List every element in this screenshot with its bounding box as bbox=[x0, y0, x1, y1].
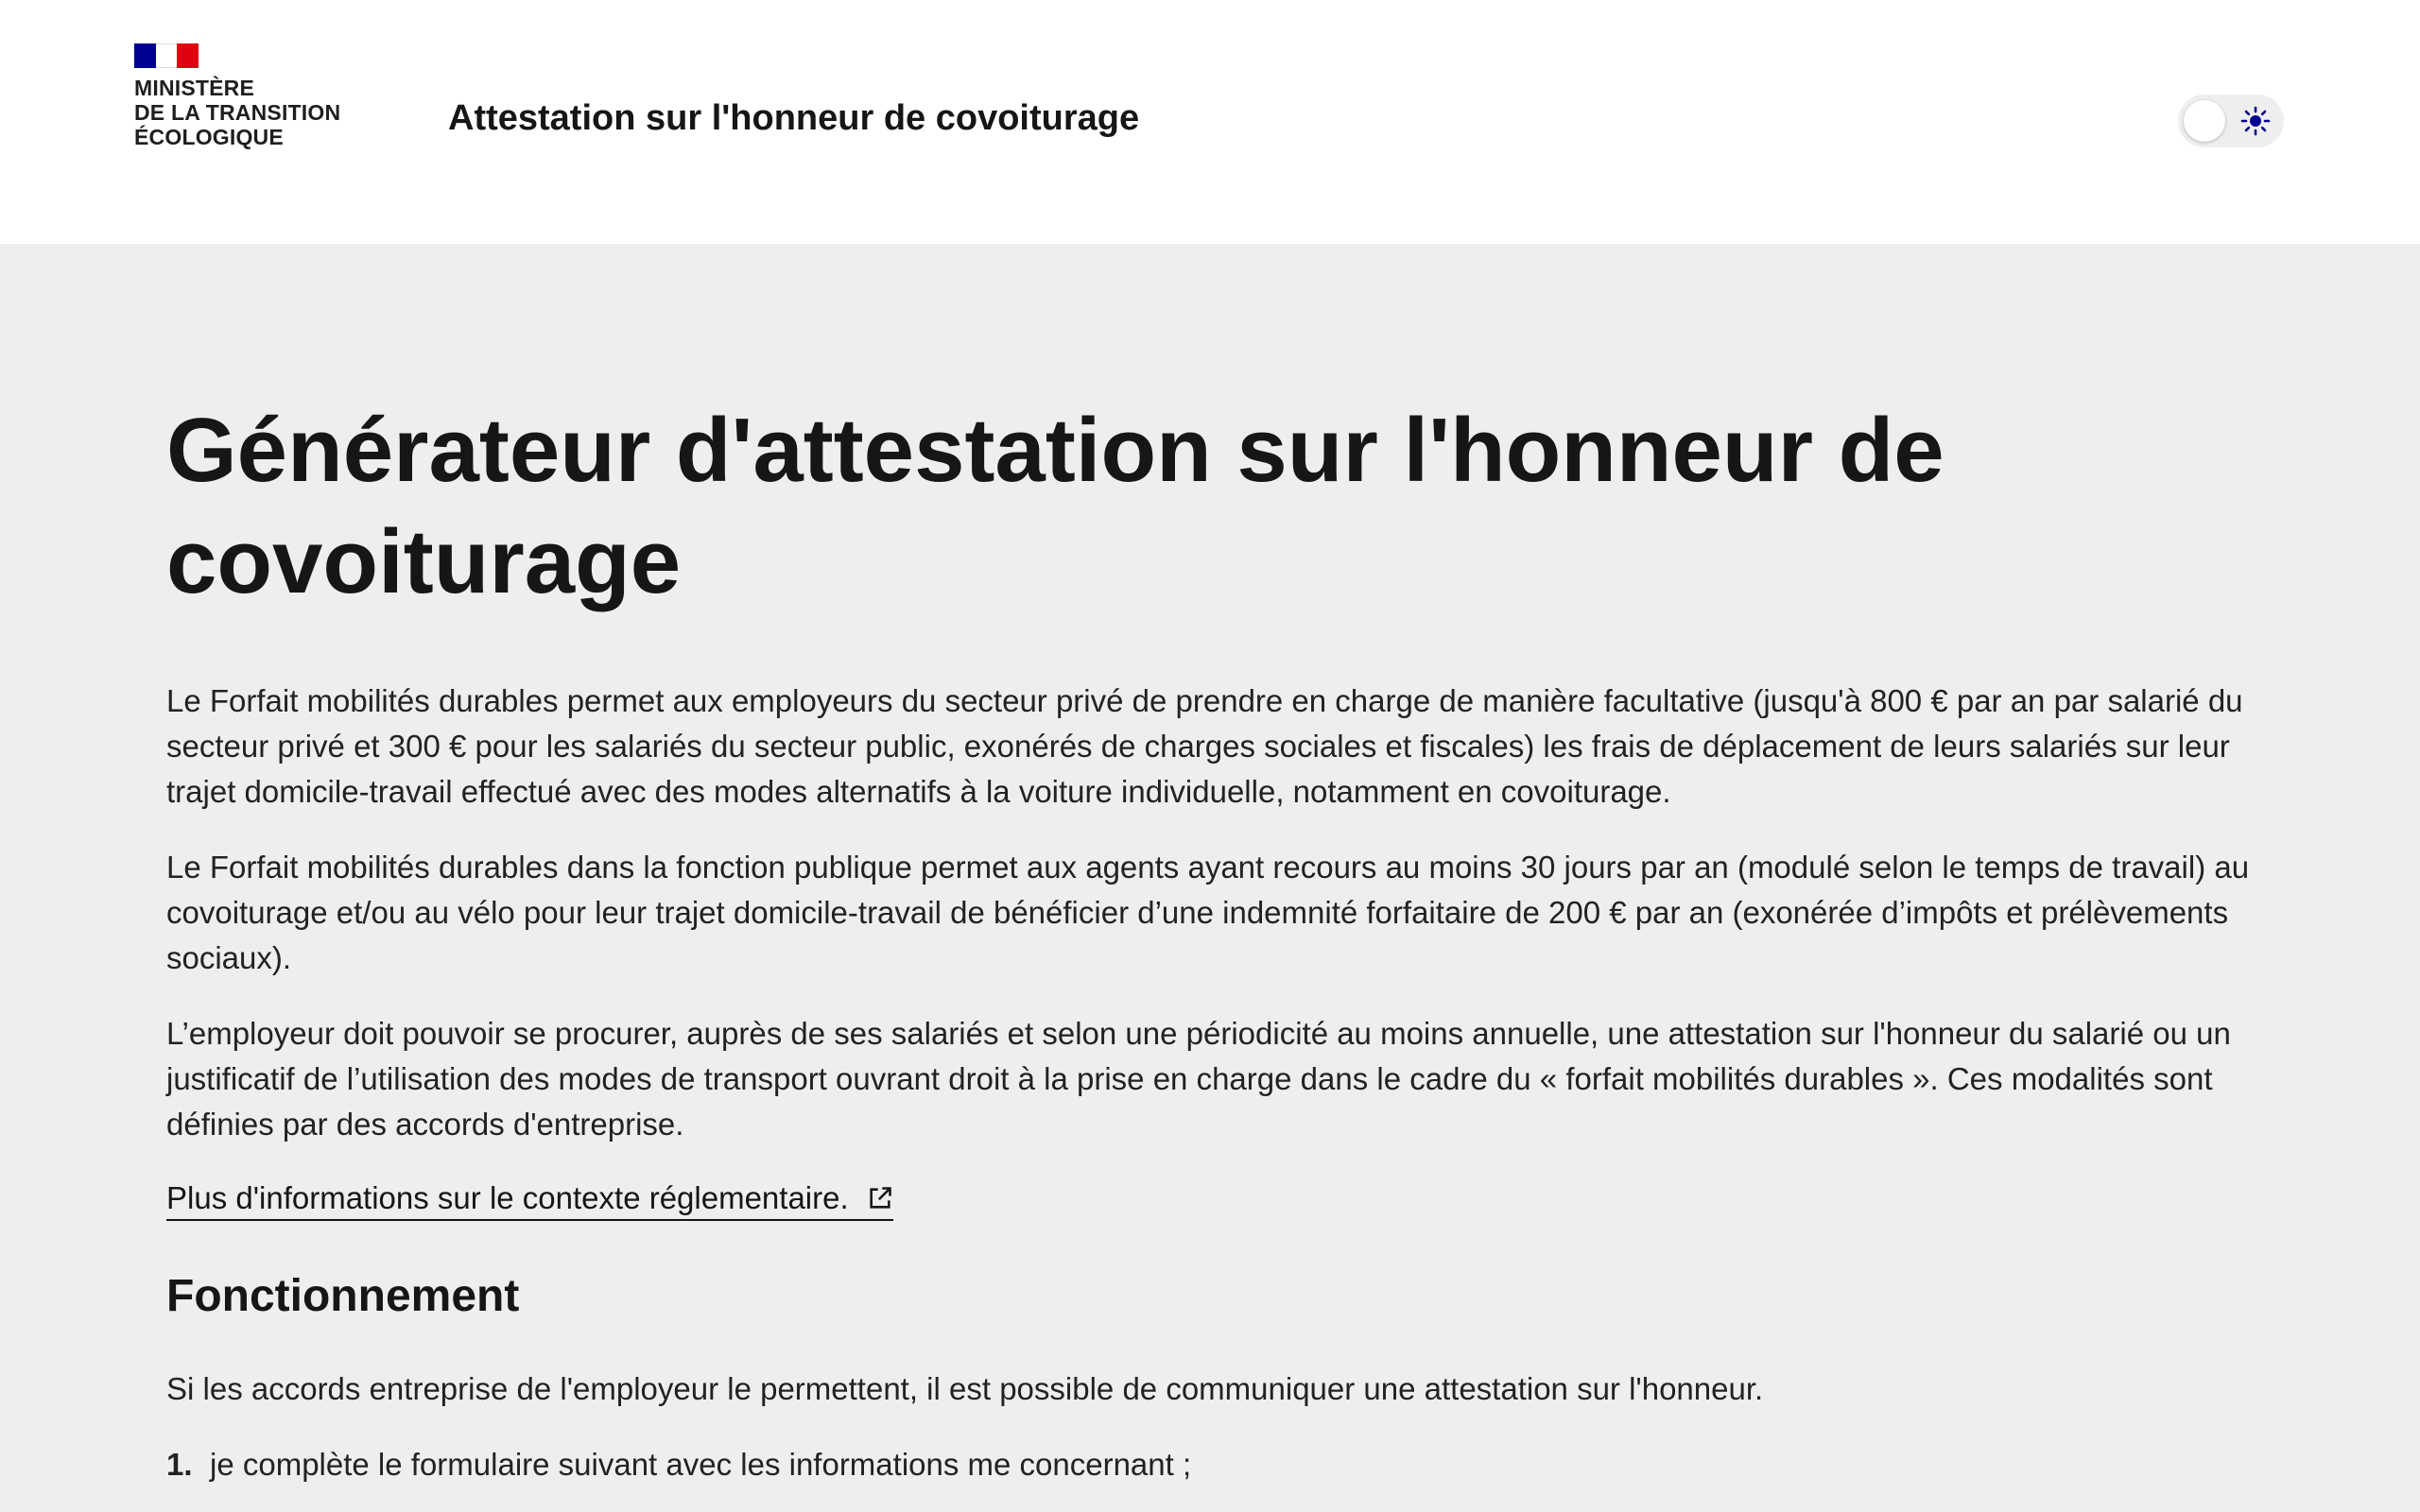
theme-toggle-knob bbox=[2184, 100, 2225, 142]
section-intro: Si les accords entreprise de l'employeur… bbox=[166, 1371, 1764, 1406]
steps-list: 1. je complète le formulaire suivant avec… bbox=[166, 1442, 2265, 1487]
ministry-line-3: écologique bbox=[134, 125, 284, 149]
ministry-name: Ministère de la transition écologique bbox=[134, 76, 380, 149]
ministry-line-2: de la transition bbox=[134, 100, 341, 125]
step-text: je complète le formulaire suivant avec l… bbox=[210, 1447, 1192, 1482]
regulatory-context-link-label: Plus d'informations sur le contexte régl… bbox=[166, 1180, 849, 1215]
list-item: 1. je complète le formulaire suivant avec… bbox=[166, 1442, 2265, 1487]
sun-icon bbox=[2240, 106, 2271, 136]
regulatory-context-link[interactable]: Plus d'informations sur le contexte régl… bbox=[166, 1177, 893, 1221]
external-link-icon bbox=[870, 1187, 891, 1209]
ministry-logo[interactable]: Ministère de la transition écologique bbox=[134, 43, 380, 149]
intro-section: Le Forfait mobilités durables permet aux… bbox=[166, 679, 2265, 1487]
ministry-line-1: Ministère bbox=[134, 76, 255, 100]
site-header: Ministère de la transition écologique At… bbox=[0, 0, 2420, 244]
service-title[interactable]: Attestation sur l'honneur de covoiturage bbox=[448, 98, 1139, 139]
intro-paragraph-2: Le Forfait mobilités durables dans la fo… bbox=[166, 850, 2250, 975]
section-title-fonctionnement: Fonctionnement bbox=[166, 1271, 520, 1321]
intro-paragraph-3: L’employeur doit pouvoir se procurer, au… bbox=[166, 1016, 2231, 1142]
republic-flag-icon bbox=[134, 43, 199, 68]
step-number: 1. bbox=[166, 1447, 193, 1482]
intro-paragraph-1: Le Forfait mobilités durables permet aux… bbox=[166, 683, 2243, 809]
page-title: Générateur d'attestation sur l'honneur d… bbox=[166, 400, 1945, 612]
theme-toggle[interactable] bbox=[2178, 94, 2284, 147]
